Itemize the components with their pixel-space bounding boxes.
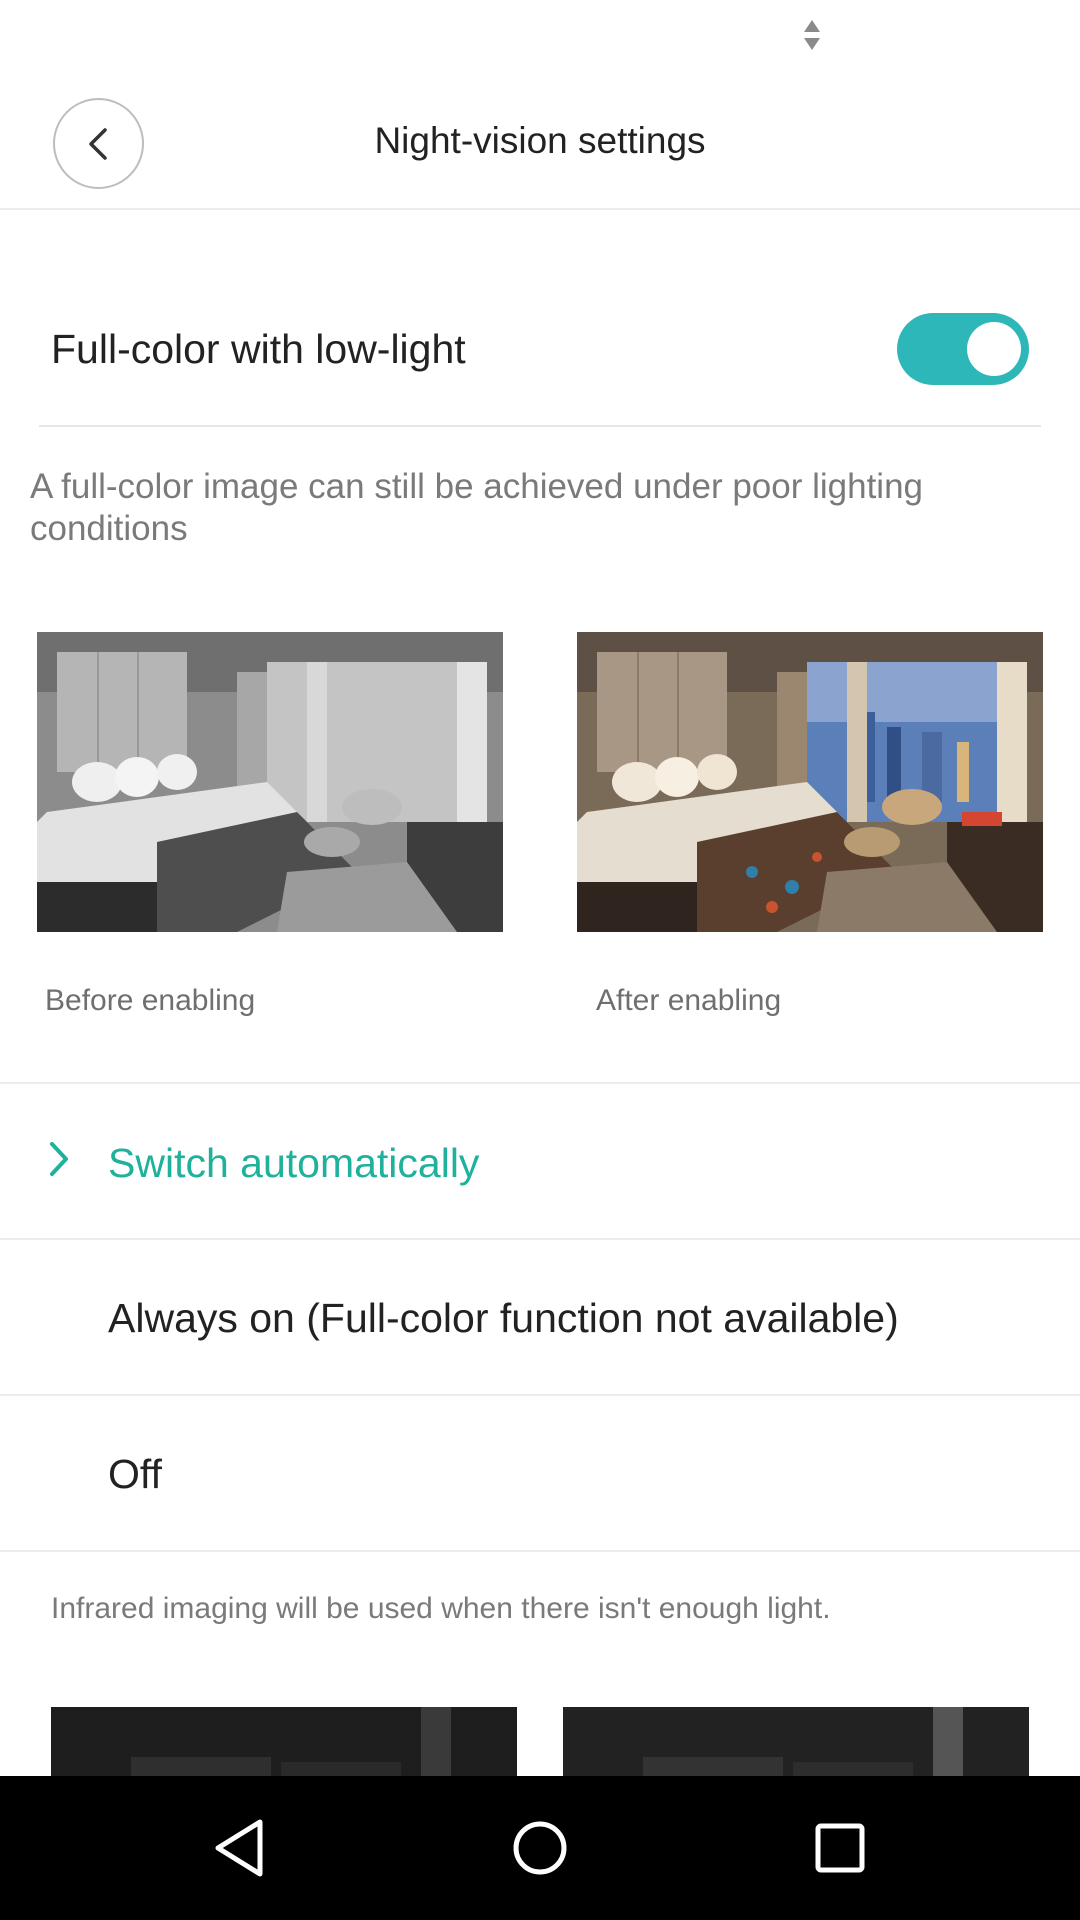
after-preview-image (577, 632, 1043, 932)
option-always-on[interactable]: Always on (Full-color function not avail… (0, 1240, 1080, 1394)
chevron-right-icon (50, 1142, 68, 1176)
after-caption: After enabling (596, 984, 782, 1017)
square-recents-icon[interactable] (804, 1812, 876, 1884)
chevron-left-icon (88, 127, 107, 160)
infrared-preview-right (563, 1707, 1029, 1777)
option-label: Switch automatically (108, 1140, 480, 1186)
full-color-description: A full-color image can still be achieved… (30, 467, 924, 548)
infrared-preview-left (51, 1707, 517, 1777)
option-off[interactable]: Off (0, 1396, 1080, 1550)
full-color-row: Full-color with low-light (0, 290, 1080, 414)
page-title: Night-vision settings (374, 120, 706, 161)
back-button[interactable] (53, 98, 144, 189)
infrared-footnote: Infrared imaging will be used when there… (51, 1592, 831, 1625)
option-switch-automatically[interactable]: Switch automatically (0, 1084, 1080, 1238)
navigation-bar (0, 1776, 1080, 1920)
divider (39, 425, 1041, 427)
status-bar (0, 0, 1080, 72)
circle-home-icon[interactable] (504, 1812, 576, 1884)
before-preview-image (37, 632, 503, 932)
triangle-back-icon[interactable] (204, 1812, 276, 1884)
full-color-toggle[interactable] (897, 313, 1029, 385)
divider (0, 1550, 1080, 1552)
toggle-knob (967, 322, 1021, 376)
option-label: Off (108, 1451, 162, 1497)
app-bar: Night-vision settings (0, 72, 1080, 210)
signal-arrows-icon (804, 20, 820, 50)
option-label: Always on (Full-color function not avail… (108, 1295, 899, 1341)
before-caption: Before enabling (45, 984, 256, 1017)
full-color-label: Full-color with low-light (51, 326, 466, 372)
